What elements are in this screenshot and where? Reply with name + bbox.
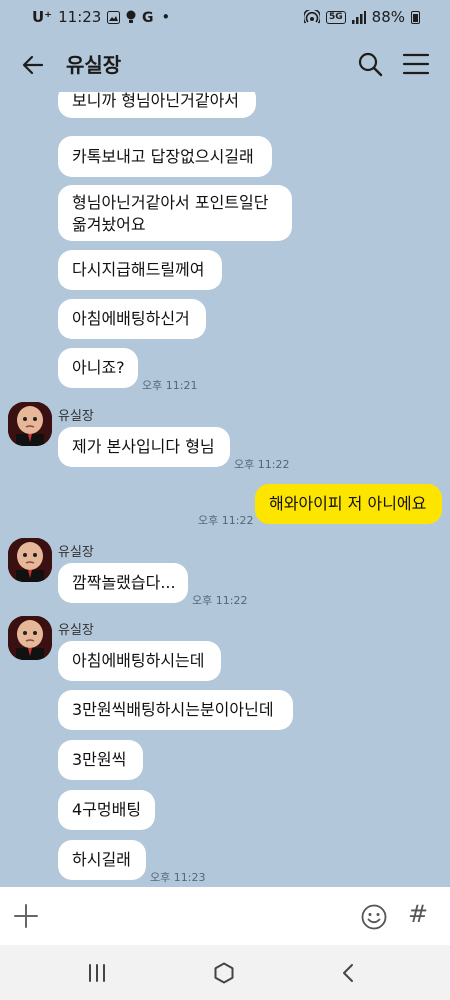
- recents-button[interactable]: [86, 963, 108, 983]
- my-message-bubble[interactable]: 해와아이피 저 아니에요: [255, 484, 442, 524]
- message-bubble[interactable]: 3만원씩: [58, 740, 143, 780]
- signal-icon: [351, 10, 366, 24]
- hashtag-button[interactable]: #: [408, 900, 428, 928]
- message-input-bar[interactable]: #: [0, 887, 450, 945]
- message-text: 아니죠?: [72, 358, 125, 377]
- gallery-icon: [107, 10, 121, 24]
- message-bubble[interactable]: 깜짝놀랬습다...: [58, 563, 188, 603]
- plus-button[interactable]: [12, 902, 40, 930]
- boss-baby-avatar-icon: [8, 538, 52, 582]
- avatar[interactable]: [8, 402, 52, 446]
- svg-text:G: G: [142, 10, 154, 24]
- bulb-icon: [126, 10, 136, 23]
- battery-icon: [411, 10, 420, 24]
- message-text: 3만원씩: [72, 750, 127, 769]
- message-time: 오후 11:23: [150, 871, 206, 884]
- message-text: 하시길래: [72, 850, 131, 869]
- network-5g-badge: 5G: [326, 10, 346, 24]
- message-text: 보니까 형님아닌거같아서: [72, 92, 240, 110]
- message-time: 오후 11:22: [198, 514, 254, 527]
- message-time: 오후 11:22: [234, 458, 290, 471]
- message-text: 카톡보내고 답장없으시길래: [72, 146, 254, 166]
- message-bubble[interactable]: 아니죠?: [58, 348, 138, 388]
- message-bubble[interactable]: 하시길래: [58, 840, 146, 880]
- status-bar: U⁺ 11:23 G • 5G 88%: [0, 0, 450, 36]
- sender-name: 유실장: [58, 409, 94, 424]
- nav-back-button[interactable]: [338, 962, 360, 984]
- message-bubble[interactable]: 아침에배팅하신거: [58, 299, 206, 339]
- message-time: 오후 11:22: [192, 594, 248, 607]
- message-time: 오후 11:21: [142, 379, 198, 392]
- message-bubble[interactable]: 4구멍배팅: [58, 790, 155, 830]
- message-text: 아침에배팅하신거: [72, 309, 190, 328]
- message-bubble[interactable]: 카톡보내고 답장없으시길래: [58, 136, 272, 177]
- boss-baby-avatar-icon: [8, 616, 52, 660]
- message-bubble[interactable]: 아침에배팅하시는데: [58, 641, 221, 681]
- message-text: 4구멍배팅: [72, 800, 142, 819]
- message-text: 3만원씩배팅하시는분이아닌데: [72, 700, 274, 719]
- message-text-line: 형님아닌거같아서 포인트일단: [72, 193, 269, 212]
- message-text: 깜짝놀랬습다...: [72, 573, 176, 592]
- home-button[interactable]: [212, 961, 236, 985]
- sender-name: 유실장: [58, 545, 94, 560]
- back-button[interactable]: [18, 50, 48, 80]
- message-bubble[interactable]: 제가 본사입니다 형님: [58, 427, 230, 467]
- carrier-label: U⁺: [32, 8, 53, 26]
- system-nav-bar: [0, 945, 450, 1000]
- message-text: 아침에배팅하시는데: [72, 651, 205, 670]
- chat-area[interactable]: 보니까 형님아닌거같아서 카톡보내고 답장없으시길래 형님아닌거같아서 포인트일…: [0, 92, 450, 887]
- notification-dot: •: [161, 8, 171, 26]
- search-button[interactable]: [356, 50, 384, 78]
- message-text: 해와아이피 저 아니에요: [269, 494, 427, 513]
- avatar[interactable]: [8, 538, 52, 582]
- clock: 11:23: [58, 8, 102, 26]
- message-bubble[interactable]: 3만원씩배팅하시는분이아닌데: [58, 690, 293, 730]
- boss-baby-avatar-icon: [8, 402, 52, 446]
- chat-title: 유실장: [66, 53, 122, 77]
- message-bubble[interactable]: 형님아닌거같아서 포인트일단 옮겨놨어요: [58, 185, 292, 241]
- hotspot-icon: [304, 10, 320, 24]
- chat-header: 유실장: [0, 36, 450, 92]
- message-text: 다시지급해드릴께여: [72, 260, 205, 279]
- message-bubble[interactable]: 보니까 형님아닌거같아서: [58, 92, 256, 118]
- emoji-button[interactable]: [360, 903, 388, 931]
- message-text: 제가 본사입니다 형님: [72, 437, 215, 456]
- google-icon: G: [142, 10, 154, 24]
- battery-percent: 88%: [371, 8, 405, 26]
- message-bubble[interactable]: 다시지급해드릴께여: [58, 250, 222, 290]
- menu-button[interactable]: [402, 51, 430, 77]
- avatar[interactable]: [8, 616, 52, 660]
- message-text-line: 옮겨놨어요: [72, 215, 146, 234]
- sender-name: 유실장: [58, 623, 94, 638]
